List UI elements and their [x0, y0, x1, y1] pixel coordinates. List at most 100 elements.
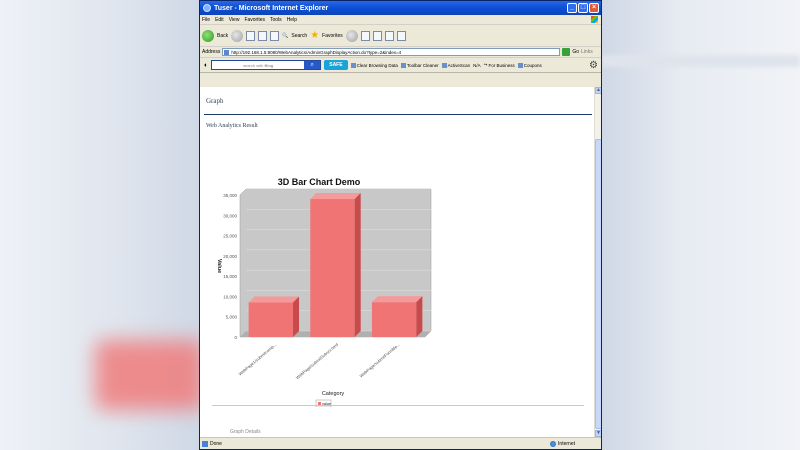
x-axis-label: Category	[322, 391, 345, 397]
bar	[371, 302, 417, 337]
background-blur-right	[602, 0, 800, 450]
bar-chart-svg: 3D Bar Chart Demo 0 5,000 10,000 15,000 20,00…	[216, 177, 432, 408]
search-placeholder: search with	[243, 62, 264, 68]
favorites-label[interactable]: Favorites	[322, 33, 343, 39]
zone-label: Internet	[558, 440, 575, 447]
gear-icon[interactable]: ⚙	[589, 60, 598, 71]
bar	[310, 199, 355, 337]
menu-favorites[interactable]: Favorites	[244, 17, 265, 23]
address-label: Address	[202, 49, 221, 55]
menu-help[interactable]: Help	[287, 17, 297, 23]
scroll-up-icon[interactable]: ▲	[595, 87, 601, 94]
back-label[interactable]: Back	[217, 33, 228, 39]
print-icon[interactable]	[372, 30, 382, 41]
y-tick-label: 35,000	[223, 193, 237, 198]
x-tick-label: WebPage/submitFormMe...	[359, 342, 401, 379]
page-viewport: Graph Web Analytics Result 3D Bar Chart …	[200, 87, 601, 437]
toolbar: Back 🔍 Search ★ Favorites	[200, 25, 601, 47]
chart-title: 3D Bar Chart Demo	[278, 177, 361, 187]
bar-side	[293, 296, 300, 337]
close-button[interactable]: ×	[589, 3, 599, 13]
handshake-icon: ↪	[483, 62, 488, 67]
go-icon[interactable]	[562, 48, 571, 56]
section-label: Web Analytics Result	[206, 123, 258, 129]
title-bar: Tuser - Microsoft Internet Explorer _ □ …	[200, 1, 601, 15]
ie-icon	[203, 4, 211, 12]
bar-top	[310, 193, 361, 200]
coupons-button[interactable]: Coupons	[517, 62, 542, 68]
search-brand: Bing	[264, 62, 274, 68]
forward-icon[interactable]	[231, 29, 244, 42]
toolbar-logo-icon: ◐	[204, 61, 209, 69]
page-title: Graph	[206, 97, 224, 105]
y-tick-label: 5,000	[226, 315, 238, 320]
background-blur-left	[0, 0, 205, 450]
window-title: Tuser - Microsoft Internet Explorer	[214, 4, 329, 12]
windows-logo-icon	[591, 16, 598, 23]
cut-off-text: Graph Details	[230, 429, 261, 435]
page-content: Graph Web Analytics Result 3D Bar Chart …	[200, 87, 594, 437]
bar-side	[354, 193, 361, 337]
search-input[interactable]: search with Bing ⌕	[211, 60, 322, 70]
address-url: http://192.168.1.5:8080/WebAnalytics/Adm…	[231, 49, 402, 55]
address-bar: Address http://192.168.1.5:8080/WebAnaly…	[200, 47, 601, 58]
back-icon[interactable]	[202, 29, 214, 42]
edit-icon[interactable]	[384, 30, 394, 41]
page-done-icon	[202, 440, 208, 447]
refresh-icon[interactable]	[258, 30, 268, 41]
bar-chart: 3D Bar Chart Demo 0 5,000 10,000 15,000 20,00…	[200, 157, 460, 408]
safe-button[interactable]: SAFE	[324, 60, 348, 70]
background-blur-shape	[602, 55, 800, 67]
maximize-button[interactable]: □	[578, 3, 588, 13]
search-toolbar: ◐ search with Bing ⌕ SAFE Clear Browsing…	[200, 58, 601, 73]
clear-browsing-data-button[interactable]: Clear Browsing Data	[350, 62, 398, 68]
menu-edit[interactable]: Edit	[215, 17, 224, 23]
scroll-down-icon[interactable]: ▼	[595, 430, 601, 437]
scan-icon	[441, 62, 447, 68]
stop-icon[interactable]	[246, 30, 256, 41]
na-button[interactable]: N/A	[473, 63, 481, 68]
search-label[interactable]: Search	[291, 33, 307, 39]
search-go-button[interactable]: ⌕	[304, 61, 321, 69]
bar-side	[416, 296, 423, 337]
cleaner-icon	[400, 62, 406, 68]
mail-icon[interactable]	[360, 30, 370, 41]
messenger-icon[interactable]	[396, 30, 406, 41]
home-icon[interactable]	[270, 30, 280, 41]
links-label[interactable]: Links	[581, 49, 593, 55]
y-tick-label: 15,000	[223, 274, 237, 279]
go-button[interactable]: Go	[572, 49, 579, 55]
x-tick-label: WebPage1/submitcomp...	[238, 342, 278, 377]
menu-tools[interactable]: Tools	[270, 17, 282, 23]
bar-top	[371, 296, 423, 303]
menu-view[interactable]: View	[229, 17, 240, 23]
menu-file[interactable]: File	[202, 17, 210, 23]
y-axis-label: Value	[216, 259, 222, 273]
y-tick-label: 30,000	[223, 213, 237, 218]
x-tick-label: WebPage/submitSubscr.html	[295, 342, 339, 380]
broom-icon	[350, 62, 356, 68]
favorites-icon[interactable]: ★	[310, 30, 319, 41]
vertical-scrollbar[interactable]: ▲ ▼	[594, 87, 601, 437]
status-text: Done	[210, 440, 222, 447]
activescan-button[interactable]: ActiveScan	[441, 62, 470, 68]
history-icon[interactable]	[345, 29, 358, 42]
bar-top	[248, 296, 300, 303]
minimize-button[interactable]: _	[567, 3, 577, 13]
internet-zone-icon	[550, 440, 557, 447]
menu-bar: File Edit View Favorites Tools Help	[200, 15, 601, 25]
section-divider	[212, 405, 584, 406]
toolbar-cleaner-button[interactable]: Toolbar Cleaner	[400, 62, 439, 68]
background-blur-shape	[95, 340, 205, 410]
browser-window: Tuser - Microsoft Internet Explorer _ □ …	[199, 0, 602, 450]
y-tick-label: 0	[234, 335, 237, 340]
address-input[interactable]: http://192.168.1.5:8080/WebAnalytics/Adm…	[222, 48, 561, 56]
for-business-button[interactable]: ↪ For Business	[484, 62, 515, 68]
y-tick-label: 25,000	[223, 234, 237, 239]
status-bar: Done Internet	[200, 437, 601, 449]
bar	[248, 302, 294, 337]
coupon-icon	[517, 62, 523, 68]
scroll-thumb[interactable]	[595, 139, 601, 429]
title-divider	[204, 114, 592, 115]
search-icon[interactable]: 🔍	[282, 33, 288, 39]
